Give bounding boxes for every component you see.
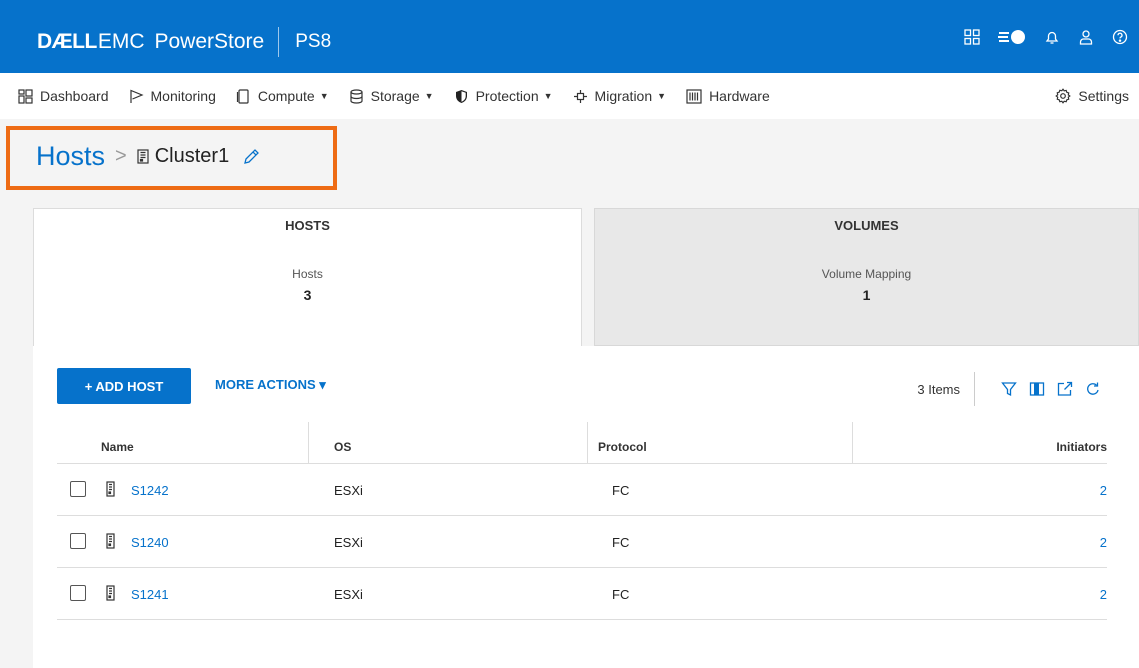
add-host-button[interactable]: + ADD HOST [57,368,191,404]
brand-logo[interactable]: DÆLL EMC PowerStore PS8 [37,27,331,57]
column-name[interactable]: Name [101,440,134,454]
nav-migration[interactable]: Migration ▼ [563,88,677,104]
toolbar-divider [974,372,975,406]
migration-icon [573,89,587,103]
chevron-down-icon: ▼ [657,91,667,101]
nav-monitoring[interactable]: Monitoring [119,88,226,104]
host-initiators-link[interactable]: 2 [1100,587,1107,602]
storage-icon [350,88,363,104]
host-name-link[interactable]: S1241 [131,587,169,602]
brand-divider [278,27,280,57]
nav-settings[interactable]: Settings [1045,88,1139,104]
nav-hardware[interactable]: Hardware [676,88,780,104]
nav-compute-label: Compute [257,88,315,104]
table-row[interactable]: S1242 ESXi FC 2 [57,464,1107,516]
nav-protection[interactable]: Protection ▼ [444,88,563,104]
flag-icon [129,89,144,103]
row-checkbox[interactable] [70,585,86,601]
breadcrumb: Hosts > Cluster1 [36,141,260,172]
host-initiators-link[interactable]: 2 [1100,483,1107,498]
nav-settings-label: Settings [1078,88,1129,104]
tab-volumes-title: VOLUMES [834,218,899,233]
items-count: 3 Items [917,381,960,397]
row-checkbox[interactable] [70,533,86,549]
table-toolbar: 3 Items [917,372,1101,406]
table-row[interactable]: S1240 ESXi FC 2 [57,516,1107,568]
tab-hosts-title: HOSTS [285,218,330,233]
system-name: PS8 [295,31,332,52]
page-title: Cluster1 [154,145,230,167]
column-divider[interactable] [852,422,853,464]
filter-icon[interactable] [1001,381,1017,397]
host-protocol: FC [612,587,630,602]
breadcrumb-hosts-link[interactable]: Hosts [36,141,105,172]
main-nav: Dashboard Monitoring Compute ▼ Storage ▼… [0,73,1139,119]
user-icon[interactable] [1077,28,1095,46]
brand-product: PowerStore [154,30,265,53]
edit-pencil-icon[interactable] [243,148,260,165]
hosts-table: Name OS Protocol Initiators S1242 ESXi F… [57,422,1107,620]
host-os: ESXi [334,483,363,498]
row-checkbox[interactable] [70,481,86,497]
nav-compute[interactable]: Compute ▼ [226,88,339,104]
hardware-icon [686,88,702,104]
summary-tiles: HOSTS Hosts 3 VOLUMES Volume Mapping 1 [33,208,1139,348]
host-initiators-link[interactable]: 2 [1100,535,1107,550]
header-icons [963,28,1129,46]
tab-hosts[interactable]: HOSTS Hosts 3 [33,208,582,348]
column-divider[interactable] [308,422,309,464]
chevron-down-icon: ▼ [319,91,329,101]
nav-storage-label: Storage [370,88,420,104]
chevron-down-icon: ▼ [543,91,553,101]
column-divider[interactable] [587,422,588,464]
more-actions-menu[interactable]: MORE ACTIONS ▾ [215,377,326,393]
host-icon [106,585,115,601]
tab-hosts-count: 3 [303,287,312,303]
grid-icon[interactable] [963,28,981,46]
column-os[interactable]: OS [334,440,351,454]
tab-volumes[interactable]: VOLUMES Volume Mapping 1 [594,208,1139,346]
nav-dashboard-label: Dashboard [40,88,109,104]
refresh-icon[interactable] [1085,381,1101,397]
host-os: ESXi [334,587,363,602]
host-icon [106,533,115,549]
dashboard-icon [18,88,33,104]
tab-hosts-label: Hosts [292,267,323,281]
gear-icon [1055,88,1072,104]
brand-emc: EMC [97,30,145,53]
breadcrumb-highlight: Hosts > Cluster1 [6,126,337,190]
column-protocol[interactable]: Protocol [598,440,647,454]
nav-monitoring-label: Monitoring [150,88,216,104]
breadcrumb-separator: > [115,145,127,167]
brand-dell: DÆLL [37,30,97,53]
tab-volumes-count: 1 [862,287,871,303]
host-icon [106,481,115,497]
bell-icon[interactable] [1043,28,1061,46]
compute-icon [236,88,249,104]
nav-protection-label: Protection [475,88,539,104]
host-protocol: FC [612,483,630,498]
table-header: Name OS Protocol Initiators [57,422,1107,464]
nav-storage[interactable]: Storage ▼ [339,88,444,104]
host-protocol: FC [612,535,630,550]
columns-icon[interactable] [1029,381,1045,397]
host-name-link[interactable]: S1240 [131,535,169,550]
top-bar: DÆLL EMC PowerStore PS8 [0,0,1139,73]
help-icon[interactable] [1111,28,1129,46]
export-icon[interactable] [1057,381,1073,397]
column-initiators[interactable]: Initiators [1056,440,1107,454]
chevron-down-icon: ▼ [424,91,434,101]
nav-dashboard[interactable]: Dashboard [0,88,119,104]
hosts-panel: + ADD HOST MORE ACTIONS ▾ 3 Items Name O… [33,346,1139,668]
nav-migration-label: Migration [594,88,653,104]
capacity-icon[interactable] [997,28,1027,46]
host-name-link[interactable]: S1242 [131,483,169,498]
nav-hardware-label: Hardware [709,88,770,104]
host-os: ESXi [334,535,363,550]
tab-volumes-label: Volume Mapping [821,267,912,281]
shield-icon [455,89,467,103]
table-row[interactable]: S1241 ESXi FC 2 [57,568,1107,620]
server-icon [137,149,149,164]
